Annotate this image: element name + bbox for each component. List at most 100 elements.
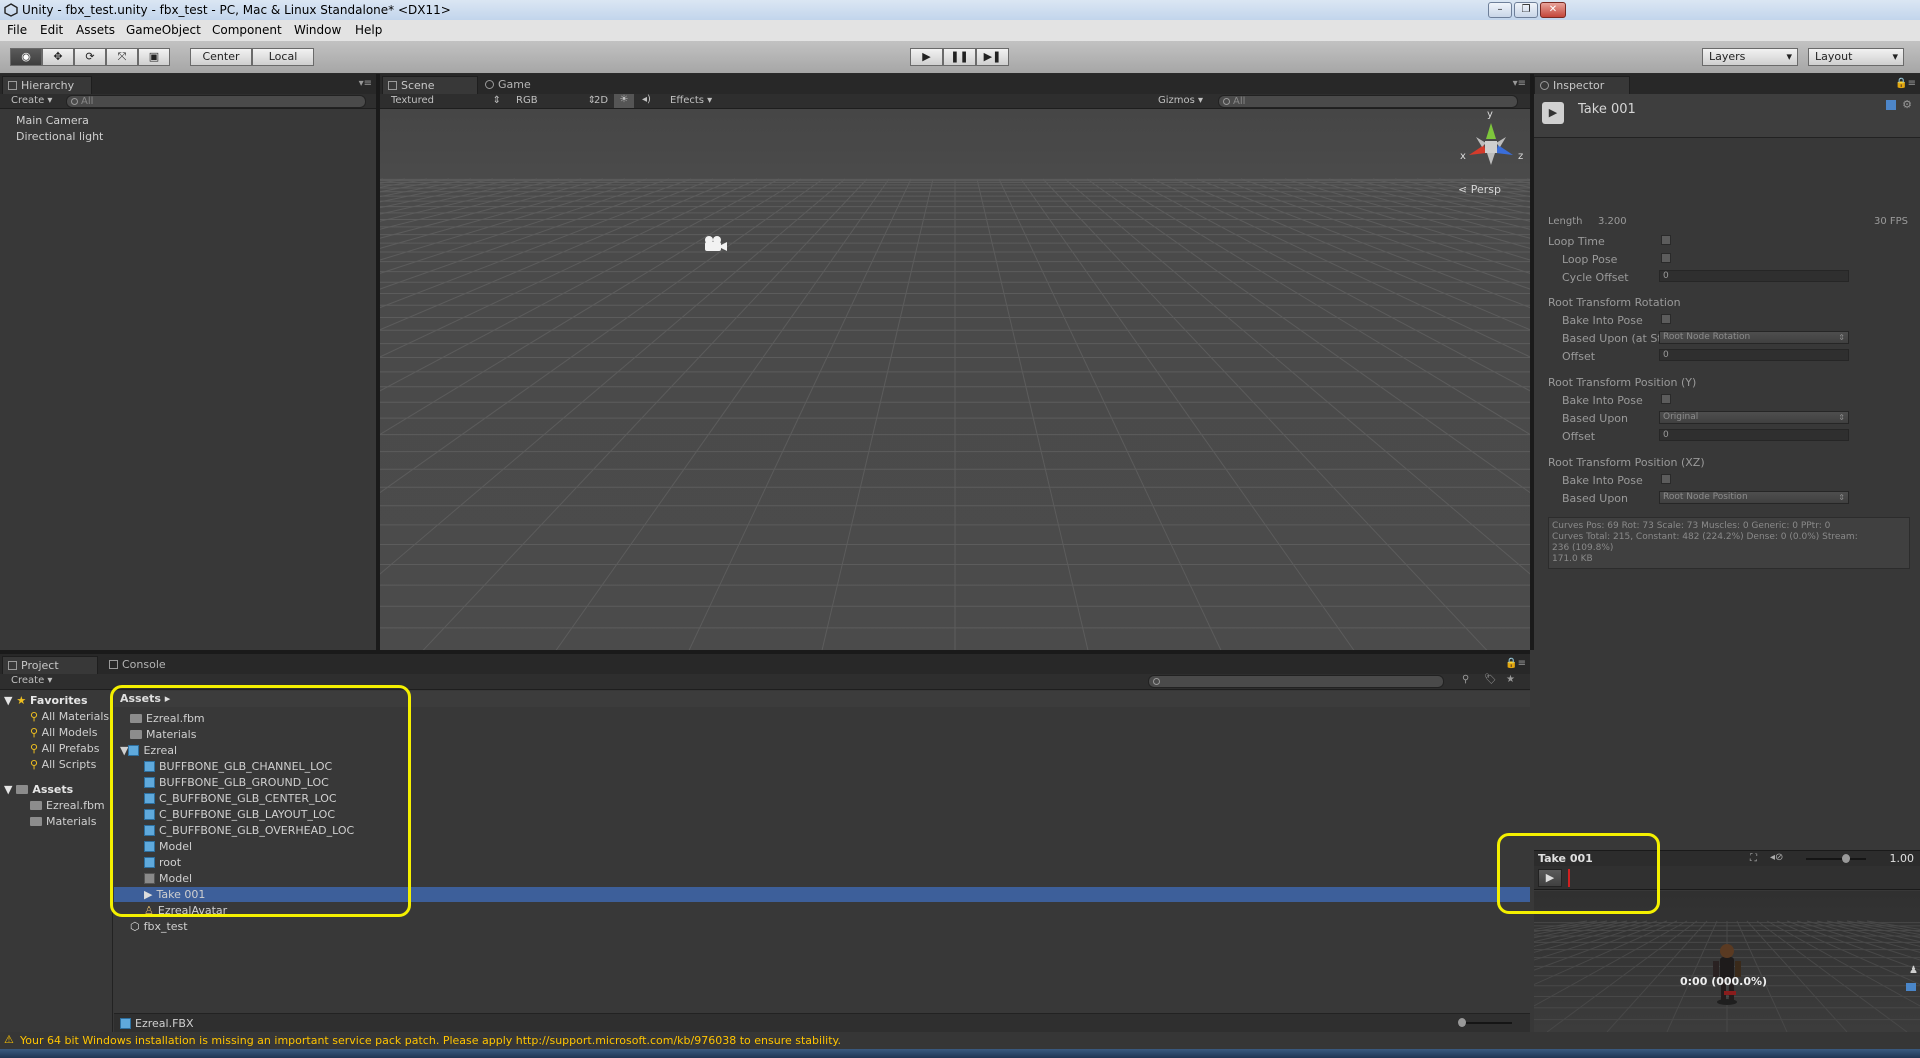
favorite-star-icon[interactable]: ★ xyxy=(1506,674,1515,685)
window-title-bar: Unity - fbx_test.unity - fbx_test - PC, … xyxy=(0,0,1920,20)
hierarchy-item[interactable]: Main Camera xyxy=(16,114,89,127)
bake-position-y-checkbox[interactable] xyxy=(1661,394,1671,404)
render-mode-dropdown[interactable]: RGB ⇕ xyxy=(516,95,596,106)
layers-dropdown[interactable]: Layers ▾ xyxy=(1702,48,1798,66)
scene-audio-toggle[interactable]: ◂) xyxy=(642,94,651,105)
icon-size-slider[interactable] xyxy=(1458,1022,1512,1024)
panel-menu-icon[interactable]: ▾≡ xyxy=(359,78,372,89)
camera-gizmo-icon[interactable] xyxy=(702,235,727,253)
rotate-tool-button[interactable]: ⟳ xyxy=(74,48,106,66)
favorites-node[interactable]: ▼ ★ Favorites xyxy=(4,694,88,707)
hierarchy-create-button[interactable]: Create ▾ xyxy=(11,95,52,106)
gear-icon[interactable]: ⚙ xyxy=(1902,98,1912,111)
panel-menu-icon[interactable]: 🔒≡ xyxy=(1895,78,1916,89)
orientation-gizmo[interactable]: y x z xyxy=(1456,109,1526,175)
layout-dropdown[interactable]: Layout ▾ xyxy=(1808,48,1904,66)
menu-file[interactable]: File xyxy=(7,23,27,37)
gizmos-dropdown[interactable]: Gizmos ▾ xyxy=(1158,95,1203,106)
pivot-local-button[interactable]: Local xyxy=(252,48,314,66)
shading-mode-dropdown[interactable]: Textured ⇕ xyxy=(391,95,501,106)
pivot-center-button[interactable]: Center xyxy=(190,48,252,66)
step-button[interactable]: ▶❚ xyxy=(976,48,1009,66)
loop-pose-checkbox[interactable] xyxy=(1661,253,1671,263)
scale-tool-button[interactable]: ⤧ xyxy=(106,48,138,66)
favorite-item[interactable]: ⚲ All Prefabs xyxy=(30,742,100,755)
rect-tool-button[interactable]: ▣ xyxy=(138,48,170,66)
pause-button[interactable]: ❚❚ xyxy=(943,48,976,66)
bake-position-xz-label: Bake Into Pose xyxy=(1562,474,1643,487)
assets-node[interactable]: ▼ Assets xyxy=(4,783,73,796)
tab-inspector[interactable]: Inspector xyxy=(1534,76,1630,94)
move-tool-button[interactable]: ✥ xyxy=(42,48,74,66)
panel-menu-icon[interactable]: 🔒≡ xyxy=(1505,658,1526,669)
filter-by-label-icon[interactable]: 🏷 xyxy=(1484,674,1497,685)
tab-console[interactable]: Console xyxy=(104,656,184,674)
folder-tree-item[interactable]: Ezreal.fbm xyxy=(30,799,105,812)
pivot-toggle-icon[interactable]: ♟ xyxy=(1909,965,1918,976)
tab-project[interactable]: Project xyxy=(2,656,98,674)
minimize-button[interactable]: – xyxy=(1488,2,1512,18)
bake-position-xz-checkbox[interactable] xyxy=(1661,474,1671,484)
close-button[interactable]: ✕ xyxy=(1540,2,1566,18)
persp-label: Persp xyxy=(1470,183,1501,196)
help-icon[interactable] xyxy=(1886,100,1896,110)
toggle-2d-button[interactable]: 2D xyxy=(594,95,608,106)
scene-viewport[interactable]: y x z ⋖ Persp xyxy=(380,109,1530,650)
loop-time-checkbox[interactable] xyxy=(1661,235,1671,245)
label-icon[interactable] xyxy=(1906,983,1916,991)
close-icon: ✕ xyxy=(1548,4,1558,15)
avatar-select-icon[interactable]: ⛶ xyxy=(1750,853,1757,864)
favorite-item[interactable]: ⚲ All Scripts xyxy=(30,758,96,771)
menu-help[interactable]: Help xyxy=(355,23,382,37)
projection-toggle[interactable]: ⋖ Persp xyxy=(1458,183,1501,196)
tab-game[interactable]: Game xyxy=(480,76,550,94)
icon-size-slider-thumb[interactable] xyxy=(1458,1018,1466,1027)
filter-by-type-icon[interactable]: ⚲ xyxy=(1462,674,1469,685)
rotation-offset-field[interactable]: 0 xyxy=(1659,349,1849,361)
position-y-offset-field[interactable]: 0 xyxy=(1659,429,1849,441)
panel-menu-icon[interactable]: ▾≡ xyxy=(1513,78,1526,89)
menu-assets[interactable]: Assets xyxy=(76,23,115,37)
expand-arrow-icon: ▼ xyxy=(4,783,13,796)
list-item[interactable]: ⬡ fbx_test xyxy=(130,920,188,933)
play-button[interactable]: ▶ xyxy=(910,48,943,66)
project-create-button[interactable]: Create ▾ xyxy=(11,675,52,686)
dropdown-arrow-icon: ⇕ xyxy=(492,95,501,106)
folder-tree-item[interactable]: Materials xyxy=(30,815,96,828)
tab-scene-label: Scene xyxy=(401,79,435,92)
bake-rotation-checkbox[interactable] xyxy=(1661,314,1671,324)
menu-component[interactable]: Component xyxy=(212,23,282,37)
status-message[interactable]: Your 64 bit Windows installation is miss… xyxy=(20,1034,841,1047)
menu-edit[interactable]: Edit xyxy=(40,23,63,37)
rotation-based-upon-dropdown[interactable]: Root Node Rotation xyxy=(1659,331,1849,344)
project-search-input[interactable] xyxy=(1148,675,1444,688)
speed-slider[interactable] xyxy=(1806,858,1866,860)
effects-dropdown[interactable]: Effects ▾ xyxy=(670,95,712,106)
tab-hierarchy[interactable]: Hierarchy xyxy=(2,76,92,94)
speed-slider-thumb[interactable] xyxy=(1842,854,1850,863)
hierarchy-item[interactable]: Directional light xyxy=(16,130,103,143)
favorite-item[interactable]: ⚲ All Models xyxy=(30,726,97,739)
scene-lighting-toggle[interactable]: ☀ xyxy=(614,94,634,108)
menu-gameobject[interactable]: GameObject xyxy=(126,23,201,37)
position-xz-based-upon-dropdown[interactable]: Root Node Position xyxy=(1659,491,1849,504)
move-icon: ✥ xyxy=(53,50,63,63)
maximize-button[interactable]: ❐ xyxy=(1514,2,1538,18)
tab-scene[interactable]: Scene xyxy=(382,76,478,94)
dropdown-arrow-icon: ▾ xyxy=(1892,50,1898,63)
favorite-item[interactable]: ⚲ All Materials xyxy=(30,710,109,723)
menu-window[interactable]: Window xyxy=(294,23,341,37)
render-label: RGB xyxy=(516,95,538,106)
unity-logo-icon xyxy=(4,3,18,17)
curves-info-line: 236 (109.8%) xyxy=(1552,543,1614,553)
position-y-based-upon-dropdown[interactable]: Original xyxy=(1659,411,1849,424)
sun-icon: ☀ xyxy=(619,94,629,105)
hierarchy-search-input[interactable]: All xyxy=(66,95,366,108)
rotate-icon: ⟳ xyxy=(85,50,95,63)
cycle-offset-field[interactable]: 0 xyxy=(1659,270,1849,282)
hand-tool-button[interactable]: ◉ xyxy=(10,48,42,66)
fps-value: 30 FPS xyxy=(1874,216,1909,227)
scene-search-input[interactable]: All xyxy=(1218,95,1518,108)
scene-tabstrip: Scene Game ▾≡ xyxy=(380,74,1530,94)
project-tabstrip: Project Console 🔒≡ xyxy=(0,654,1530,674)
